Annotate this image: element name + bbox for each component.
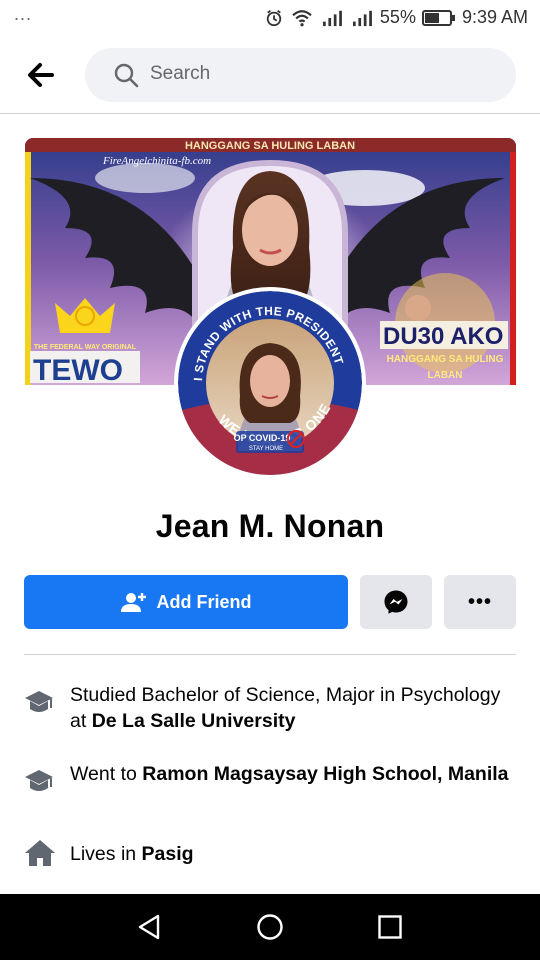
overflow-dots: ... (14, 4, 33, 24)
home-circle-icon[interactable] (255, 912, 285, 942)
status-bar: ... 55% 9:39 AM (0, 0, 540, 36)
top-bar: Search (0, 36, 540, 114)
avatar-image: I STAND WITH THE PRESIDENT WE HEAL AS ON… (178, 291, 362, 475)
graduation-cap-icon (25, 691, 53, 712)
detail-high-school[interactable]: Went to Ramon Magsaysay High School, Man… (24, 761, 516, 800)
arrow-left-icon[interactable] (22, 58, 62, 92)
more-button[interactable]: ••• (444, 575, 516, 629)
back-triangle-icon[interactable] (135, 912, 165, 942)
avatar-badge-line1: OP COVID-19 (234, 433, 291, 443)
magnifier-icon (114, 63, 139, 88)
add-friend-label: Add Friend (156, 591, 252, 612)
recents-square-icon[interactable] (375, 912, 405, 942)
detail-residence[interactable]: Lives in Pasig (24, 839, 516, 872)
cover-banner-text: HANGGANG SA HULING LABAN (185, 140, 355, 152)
profile-name: Jean M. Nonan (155, 508, 385, 544)
battery-icon (421, 9, 455, 26)
divider (24, 654, 516, 655)
add-friend-button[interactable]: Add Friend (24, 575, 348, 629)
cover-right-badge-sub: HANGGANG SA HULING (387, 354, 504, 365)
cover-left-badge-top: THE FEDERAL WAY ORIGINAL (34, 344, 137, 351)
signal-icon (322, 10, 342, 26)
detail-text: Studied Bachelor of Science, Major in Ps… (70, 684, 501, 732)
home-icon (25, 840, 55, 866)
cover-watermark: FireAngelchinita-fb.com (102, 155, 211, 167)
cover-right-badge: DU30 AKO (383, 323, 503, 350)
avatar-badge-line2: STAY HOME (249, 446, 283, 452)
detail-education[interactable]: Studied Bachelor of Science, Major in Ps… (24, 682, 516, 734)
cover-left-badge: TEWO (33, 354, 123, 385)
messenger-icon (384, 590, 408, 614)
wifi-icon (292, 9, 312, 26)
detail-text: Lives in Pasig (70, 843, 194, 865)
search-placeholder: Search (150, 63, 211, 84)
add-friend-icon (120, 593, 146, 612)
alarm-icon (266, 9, 282, 26)
signal-icon-2 (352, 10, 372, 26)
avatar[interactable]: I STAND WITH THE PRESIDENT WE HEAL AS ON… (174, 287, 366, 479)
graduation-cap-icon (25, 770, 53, 791)
message-button[interactable] (360, 575, 432, 629)
clock: 9:39 AM (461, 7, 528, 27)
battery-percent: 55% (379, 7, 416, 27)
detail-text: Went to Ramon Magsaysay High School, Man… (70, 763, 509, 785)
status-icons: 55% 9:39 AM (264, 7, 528, 28)
search-bar[interactable]: Search (85, 48, 516, 102)
system-nav-bar (0, 894, 540, 960)
action-buttons: Add Friend ••• (24, 575, 516, 629)
cover-right-badge-sub2: LABAN (428, 370, 463, 381)
